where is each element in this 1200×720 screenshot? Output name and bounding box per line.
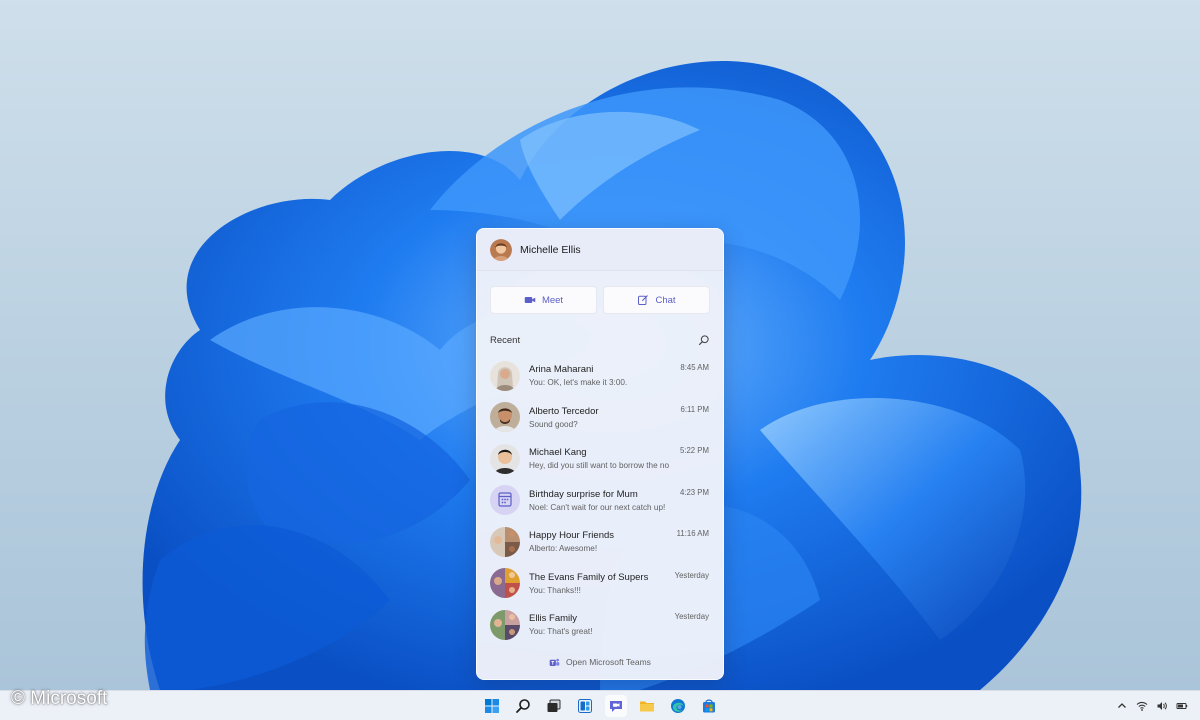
- chat-preview: You: Thanks!!!: [529, 585, 581, 595]
- chat-item[interactable]: Birthday surprise for Mum Noel: Can't wa…: [477, 480, 723, 522]
- chat-time: 6:11 PM: [680, 404, 709, 414]
- chat-preview: You: That's great!: [529, 627, 593, 637]
- contact-avatar: [490, 360, 520, 391]
- store-icon[interactable]: [698, 695, 720, 717]
- user-avatar[interactable]: [490, 238, 512, 261]
- open-teams-label: Open Microsoft Teams: [566, 657, 651, 667]
- search-icon[interactable]: [512, 695, 534, 717]
- chat-time: 5:22 PM: [679, 446, 709, 455]
- group-avatar: [490, 526, 520, 557]
- teams-chat-icon[interactable]: [605, 695, 627, 717]
- video-camera-icon: [524, 297, 536, 303]
- group-avatar: [490, 568, 520, 599]
- chat-time: Yesterday: [674, 570, 709, 580]
- chat-item[interactable]: Happy Hour Friends Alberto: Awesome! 11:…: [477, 521, 723, 563]
- volume-icon[interactable]: [1156, 700, 1168, 712]
- chat-item[interactable]: Michael Kang Hey, did you still want to …: [477, 438, 723, 480]
- chat-item[interactable]: The Evans Family of Supers You: Thanks!!…: [477, 563, 723, 605]
- chat-item[interactable]: Arina Maharani You: OK, let's make it 3:…: [477, 355, 723, 397]
- system-tray: [1116, 691, 1188, 720]
- chat-preview: Sound good?: [529, 419, 578, 429]
- taskbar-apps: [481, 691, 720, 720]
- chat-button[interactable]: Chat: [603, 286, 710, 314]
- chat-name: Ellis Family: [529, 613, 578, 625]
- chat-label: Chat: [655, 294, 676, 306]
- file-explorer-icon[interactable]: [636, 695, 658, 717]
- search-icon[interactable]: [698, 334, 710, 346]
- chat-flyout: Michelle Ellis Meet Chat Recent Arina Ma…: [476, 228, 724, 680]
- widgets-icon[interactable]: [574, 695, 596, 717]
- copyright-watermark: © Microsoft: [11, 688, 108, 709]
- recent-header: Recent: [477, 332, 723, 348]
- group-avatar: [490, 609, 520, 640]
- chat-preview: Alberto: Awesome!: [529, 544, 598, 554]
- battery-icon[interactable]: [1176, 700, 1188, 712]
- chat-name: Birthday surprise for Mum: [529, 488, 638, 500]
- chat-name: Michael Kang: [529, 447, 587, 459]
- chat-item[interactable]: Alberto Tercedor Sound good? 6:11 PM: [477, 397, 723, 439]
- meet-button[interactable]: Meet: [490, 286, 597, 314]
- taskbar: [0, 690, 1200, 720]
- group-avatar: [490, 485, 520, 516]
- chat-time: 4:23 PM: [679, 487, 709, 497]
- chat-name: Happy Hour Friends: [529, 530, 615, 542]
- chat-preview: You: OK, let's make it 3:00.: [529, 378, 628, 388]
- action-buttons: Meet Chat: [477, 271, 723, 314]
- chat-preview: Noel: Can't wait for our next catch up!: [529, 502, 666, 512]
- chat-time: 8:45 AM: [680, 363, 709, 372]
- chat-time: Yesterday: [674, 612, 709, 621]
- chat-item[interactable]: Ellis Family You: That's great! Yesterda…: [477, 604, 723, 646]
- wifi-icon[interactable]: [1136, 700, 1148, 712]
- meet-label: Meet: [541, 294, 564, 306]
- task-view-icon[interactable]: [543, 695, 565, 717]
- teams-icon: [549, 658, 560, 666]
- chevron-up-icon[interactable]: [1116, 700, 1128, 712]
- chat-name: The Evans Family of Supers: [529, 571, 649, 583]
- chat-time: 11:16 AM: [676, 529, 709, 538]
- user-name: Michelle Ellis: [520, 243, 581, 256]
- compose-icon: [638, 295, 649, 305]
- recent-label: Recent: [490, 334, 521, 346]
- contact-avatar: [490, 402, 520, 433]
- edge-icon[interactable]: [667, 695, 689, 717]
- chat-list: Arina Maharani You: OK, let's make it 3:…: [477, 355, 723, 646]
- chat-name: Arina Maharani: [529, 364, 594, 376]
- chat-name: Alberto Tercedor: [529, 405, 599, 417]
- contact-avatar: [490, 443, 520, 474]
- flyout-header: Michelle Ellis: [477, 229, 723, 271]
- windows-start-icon[interactable]: [481, 695, 503, 717]
- chat-preview: Hey, did you still want to borrow the no…: [529, 461, 669, 471]
- open-teams-link[interactable]: Open Microsoft Teams: [477, 645, 723, 679]
